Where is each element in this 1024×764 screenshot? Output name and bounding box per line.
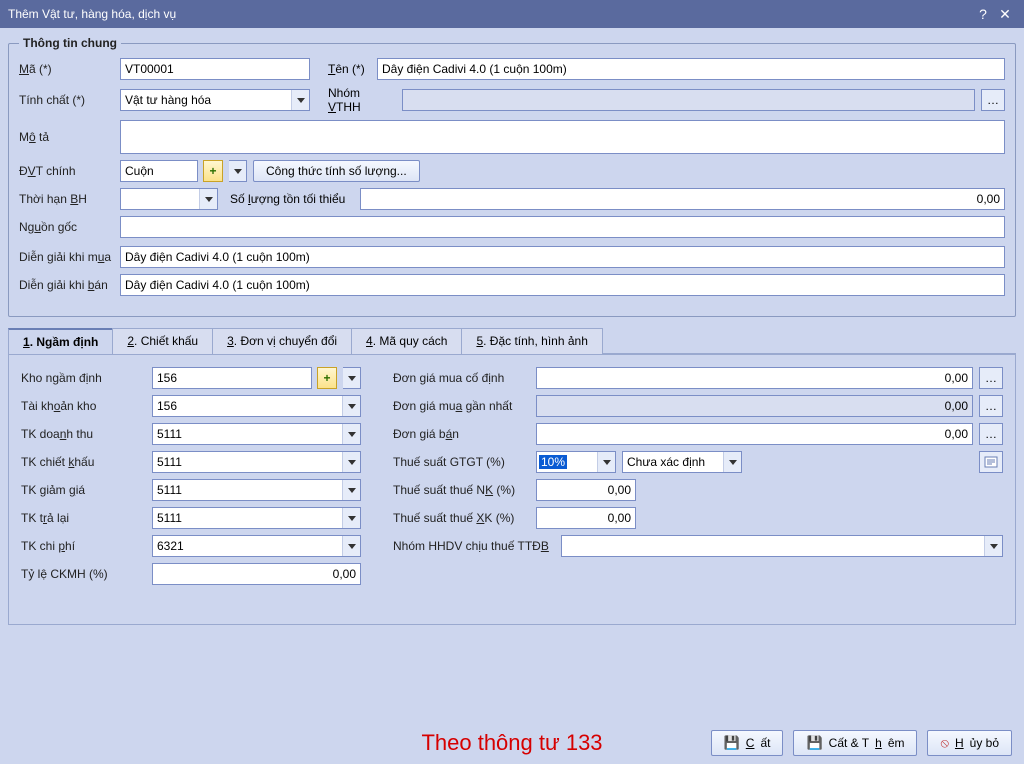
titlebar: Thêm Vật tư, hàng hóa, dịch vụ ? ✕ xyxy=(0,0,1024,28)
general-info-group: Thông tin chung MMã (*)ã (*) Tên (*) Tín… xyxy=(8,36,1016,317)
vat-status-combo[interactable] xyxy=(622,451,742,473)
returnacct-label: TK trả lại xyxy=(21,511,146,525)
returnacct-input[interactable] xyxy=(152,507,361,529)
save-add-icon: 💾 xyxy=(806,735,822,751)
fixedbuy-browse[interactable]: … xyxy=(979,367,1003,389)
ckmh-label: Tỷ lệ CKMH (%) xyxy=(21,567,146,581)
lastbuy-input xyxy=(536,395,973,417)
chevron-down-icon[interactable] xyxy=(342,508,360,528)
uom-combo[interactable] xyxy=(120,160,198,182)
costacct-input[interactable] xyxy=(152,535,361,557)
save-icon: 💾 xyxy=(724,735,740,751)
origin-input[interactable] xyxy=(120,216,1005,238)
vat-label: Thuế suất GTGT (%) xyxy=(385,455,530,469)
discacct-label: TK chiết khấu xyxy=(21,455,146,469)
general-legend: Thông tin chung xyxy=(19,36,121,50)
add-uom-button[interactable]: + xyxy=(203,160,223,182)
tab-image[interactable]: 5. Đặc tính, hình ảnh xyxy=(461,328,602,354)
chevron-down-icon[interactable] xyxy=(343,367,361,389)
window-title: Thêm Vật tư, hàng hóa, dịch vụ xyxy=(8,7,972,21)
save-add-button[interactable]: 💾 Cất & Thêm xyxy=(793,730,917,756)
chevron-down-icon[interactable] xyxy=(342,424,360,444)
chevron-down-icon[interactable] xyxy=(342,536,360,556)
fixedbuy-input[interactable] xyxy=(536,367,973,389)
ttdb-combo[interactable] xyxy=(561,535,1003,557)
revacct-input[interactable] xyxy=(152,423,361,445)
xk-label: Thuế suất thuế XK (%) xyxy=(385,511,530,525)
ttdb-field[interactable] xyxy=(561,535,1003,557)
minqty-input[interactable] xyxy=(360,188,1005,210)
chevron-down-icon[interactable] xyxy=(342,452,360,472)
desc-label: Mô tả xyxy=(19,130,114,144)
ttdb-label: Nhóm HHDV chịu thuế TTĐB xyxy=(385,539,555,553)
warranty-label: Thời hạn BH xyxy=(19,192,114,206)
nk-input[interactable] xyxy=(536,479,636,501)
chevron-down-icon[interactable] xyxy=(984,536,1002,556)
uom-drop[interactable] xyxy=(229,160,247,182)
tabstrip: 1. Ngầm định 2. Chiết khấu 3. Đơn vị chu… xyxy=(8,327,1016,355)
type-combo[interactable] xyxy=(120,89,310,111)
fixedbuy-label: Đơn giá mua cố định xyxy=(385,371,530,385)
selldesc-input[interactable] xyxy=(120,274,1005,296)
xk-input[interactable] xyxy=(536,507,636,529)
tab-uom-convert[interactable]: 3. Đơn vị chuyển đổi xyxy=(212,328,352,354)
chevron-down-icon[interactable] xyxy=(723,452,741,472)
sellprice-input[interactable] xyxy=(536,423,973,445)
name-label: Tên (*) xyxy=(316,62,371,76)
save-button[interactable]: 💾 Cất xyxy=(711,730,784,756)
minqty-label: Số lượng tồn tối thiểu xyxy=(224,192,354,206)
chevron-down-icon[interactable] xyxy=(342,480,360,500)
chevron-down-icon[interactable] xyxy=(291,90,309,110)
vat-value: 10% xyxy=(539,455,567,469)
cancel-button[interactable]: ⦸ Hủy bỏ xyxy=(927,730,1012,756)
sellprice-label: Đơn giá bán xyxy=(385,427,530,441)
tab-spec[interactable]: 4. Mã quy cách xyxy=(351,328,462,354)
revacct-label: TK doanh thu xyxy=(21,427,146,441)
uom-label: ĐVT chính xyxy=(19,164,114,178)
close-icon[interactable]: ✕ xyxy=(994,6,1016,23)
group-browse-button[interactable]: … xyxy=(981,89,1005,111)
tabpanel-default: Kho ngầm định + Tài khoản kho TK doanh t… xyxy=(8,355,1016,625)
vat-note-button[interactable] xyxy=(979,451,1003,473)
help-icon[interactable]: ? xyxy=(972,6,994,22)
sellprice-browse[interactable]: … xyxy=(979,423,1003,445)
type-field[interactable] xyxy=(120,89,310,111)
watermark-text: Theo thông tư 133 xyxy=(421,730,602,756)
origin-label: Nguồn gốc xyxy=(19,220,114,234)
buydesc-input[interactable] xyxy=(120,246,1005,268)
whacct-input[interactable] xyxy=(152,395,361,417)
uom-field[interactable] xyxy=(120,160,198,182)
code-label: MMã (*)ã (*) xyxy=(19,62,114,76)
tab-default[interactable]: 1. Ngầm định xyxy=(8,328,113,354)
name-input[interactable] xyxy=(377,58,1005,80)
defwh-input[interactable] xyxy=(152,367,312,389)
chevron-down-icon[interactable] xyxy=(199,189,217,209)
chevron-down-icon[interactable] xyxy=(597,452,615,472)
vat-combo[interactable]: 10% xyxy=(536,451,616,473)
reducacct-input[interactable] xyxy=(152,479,361,501)
type-label: Tính chất (*) xyxy=(19,93,114,107)
reducacct-label: TK giảm giá xyxy=(21,483,146,497)
nk-label: Thuế suất thuế NK (%) xyxy=(385,483,530,497)
group-input[interactable] xyxy=(402,89,975,111)
warranty-combo[interactable] xyxy=(120,188,218,210)
group-label: Nhóm VTHH xyxy=(316,86,396,114)
code-input[interactable] xyxy=(120,58,310,80)
whacct-label: Tài khoản kho xyxy=(21,399,146,413)
ckmh-input[interactable] xyxy=(152,563,361,585)
add-wh-button[interactable]: + xyxy=(317,367,337,389)
cancel-icon: ⦸ xyxy=(940,735,948,751)
selldesc-label: Diễn giải khi bán xyxy=(19,278,114,292)
chevron-down-icon[interactable] xyxy=(342,396,360,416)
costacct-label: TK chi phí xyxy=(21,539,146,553)
desc-input[interactable] xyxy=(120,120,1005,154)
discacct-input[interactable] xyxy=(152,451,361,473)
defwh-label: Kho ngầm định xyxy=(21,371,146,385)
lastbuy-browse[interactable]: … xyxy=(979,395,1003,417)
qty-formula-button[interactable]: Công thức tính số lượng... xyxy=(253,160,420,182)
buydesc-label: Diễn giải khi mua xyxy=(19,250,114,264)
chevron-down-icon[interactable] xyxy=(229,160,247,182)
lastbuy-label: Đơn giá mua gần nhất xyxy=(385,399,530,413)
tab-discount[interactable]: 2. Chiết khấu xyxy=(112,328,213,354)
